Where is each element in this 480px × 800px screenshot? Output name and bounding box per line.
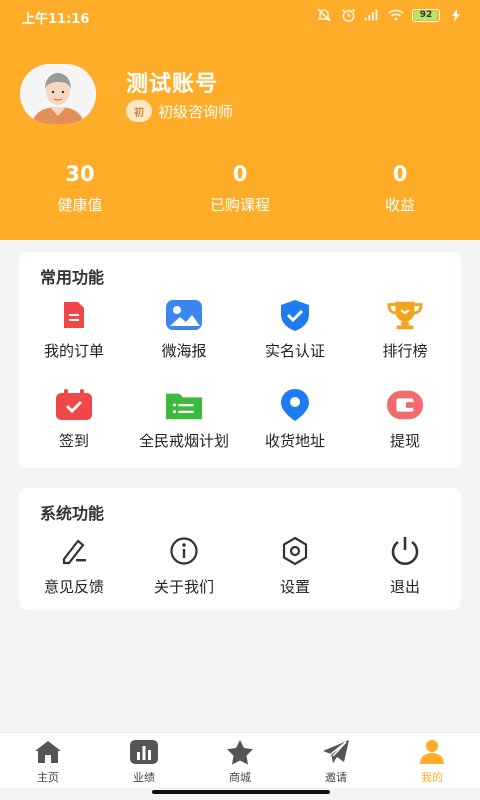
stat-label: 收益 (384, 196, 415, 214)
func-my-orders[interactable]: 我的订单 (19, 298, 129, 361)
func-feedback[interactable]: 意见反馈 (19, 534, 129, 597)
stat-courses[interactable]: 0 已购课程 (170, 162, 310, 215)
battery-icon: 92 (412, 8, 440, 22)
func-poster[interactable]: 微海报 (129, 298, 239, 361)
nav-mall[interactable]: 商城 (192, 739, 288, 785)
func-label: 收货地址 (264, 432, 325, 450)
bottom-nav: 主页 业绩 商城 邀请 我的 (0, 732, 480, 788)
section-title: 系统功能 (40, 504, 105, 523)
section-title: 常用功能 (40, 268, 105, 287)
nav-label: 商城 (229, 771, 251, 784)
func-label: 微海报 (161, 342, 207, 360)
username: 测试账号 (126, 72, 219, 97)
battery-level: 92 (419, 10, 433, 20)
stat-label: 健康值 (57, 196, 103, 214)
alarm-icon (340, 7, 356, 23)
nav-label: 业绩 (133, 771, 155, 784)
stat-value: 30 (65, 162, 95, 186)
func-check-in[interactable]: 签到 (19, 388, 129, 451)
profile-header: 上午11:16 92 测试账号 初 初级咨询师 30 健康值 0 已购课程 0 … (0, 0, 480, 240)
status-bar: 上午11:16 92 (0, 0, 480, 32)
power-icon (386, 534, 424, 568)
func-leaderboard[interactable]: 排行榜 (350, 298, 460, 361)
home-indicator (152, 790, 330, 794)
settings-hex-icon (276, 534, 314, 568)
func-real-name-auth[interactable]: 实名认证 (240, 298, 350, 361)
stat-label: 已购课程 (209, 196, 270, 214)
home-icon (33, 739, 63, 765)
wifi-icon (388, 7, 404, 23)
role-row: 初 初级咨询师 (126, 100, 233, 122)
func-label: 设置 (279, 578, 310, 596)
common-functions-card: 常用功能 我的订单 微海报 实名认证 排行榜 签到 全民戒烟计划 收货地址 提现 (19, 252, 461, 468)
avatar[interactable] (20, 64, 96, 124)
folder-list-icon (165, 388, 203, 422)
func-label: 退出 (389, 578, 420, 596)
func-label: 排行榜 (382, 342, 428, 360)
status-icons: 92 (316, 7, 464, 23)
func-about-us[interactable]: 关于我们 (129, 534, 239, 597)
paper-plane-icon (321, 739, 351, 765)
info-icon (165, 534, 203, 568)
func-withdraw[interactable]: 提现 (350, 388, 460, 451)
order-icon (55, 298, 93, 332)
role-badge-icon: 初 (126, 100, 152, 122)
feedback-edit-icon (55, 534, 93, 568)
bar-chart-icon (129, 739, 159, 765)
location-pin-icon (276, 388, 314, 422)
nav-mine[interactable]: 我的 (384, 739, 480, 785)
nav-label: 我的 (421, 771, 443, 784)
nav-label: 邀请 (325, 771, 347, 784)
poster-icon (165, 298, 203, 332)
status-time: 上午11:16 (22, 12, 90, 27)
role-label: 初级咨询师 (158, 102, 234, 121)
func-settings[interactable]: 设置 (240, 534, 350, 597)
charging-icon (448, 7, 464, 23)
shield-check-icon (276, 298, 314, 332)
func-logout[interactable]: 退出 (350, 534, 460, 597)
user-icon (417, 739, 447, 765)
stat-income[interactable]: 0 收益 (330, 162, 470, 215)
func-label: 关于我们 (153, 578, 214, 596)
stat-health[interactable]: 30 健康值 (10, 162, 150, 215)
nav-label: 主页 (37, 771, 59, 784)
func-label: 我的订单 (43, 342, 104, 360)
func-label: 全民戒烟计划 (138, 432, 229, 450)
stats-row: 30 健康值 0 已购课程 0 收益 (0, 162, 480, 222)
func-quit-smoking-plan[interactable]: 全民戒烟计划 (129, 388, 239, 451)
wallet-icon (386, 388, 424, 422)
star-icon (225, 739, 255, 765)
stat-value: 0 (232, 162, 248, 186)
signal-icon (364, 7, 380, 23)
mute-bell-icon (316, 7, 332, 23)
func-label: 提现 (389, 432, 420, 450)
nav-invite[interactable]: 邀请 (288, 739, 384, 785)
func-label: 实名认证 (264, 342, 325, 360)
calendar-check-icon (55, 388, 93, 422)
func-label: 签到 (58, 432, 89, 450)
func-label: 意见反馈 (43, 578, 104, 596)
stat-value: 0 (392, 162, 408, 186)
func-shipping-address[interactable]: 收货地址 (240, 388, 350, 451)
nav-performance[interactable]: 业绩 (96, 739, 192, 785)
trophy-icon (386, 298, 424, 332)
nav-home[interactable]: 主页 (0, 739, 96, 785)
system-functions-card: 系统功能 意见反馈 关于我们 设置 退出 (19, 488, 461, 610)
